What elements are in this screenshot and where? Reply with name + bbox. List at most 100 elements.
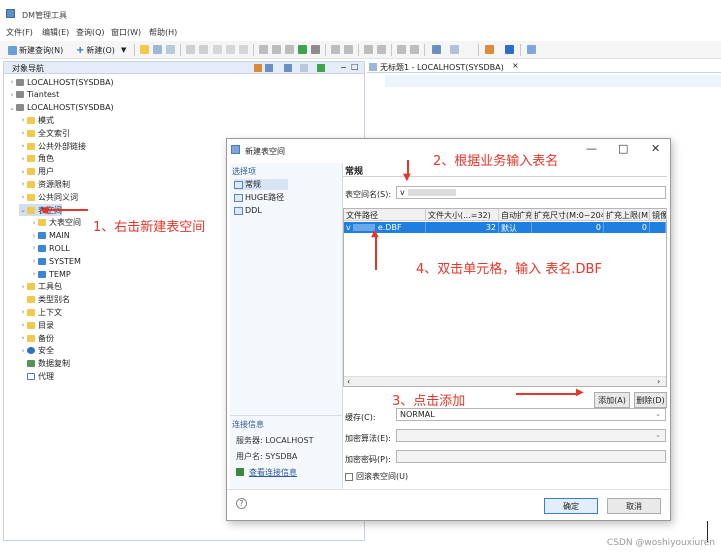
grid-cell-ext-limit[interactable]: 0	[604, 222, 650, 233]
chevron-right-icon[interactable]: ›	[19, 180, 27, 188]
tree-node[interactable]: › 上下文	[19, 306, 62, 318]
tree-node[interactable]: › Tiantest	[8, 89, 60, 101]
tree-node[interactable]: › 角色	[19, 153, 54, 165]
encrypt-algo-select[interactable]: ⌄	[396, 429, 666, 442]
chevron-down-icon[interactable]: ▼	[121, 46, 126, 54]
menu-file[interactable]: 文件(F)	[6, 27, 33, 38]
tree-node[interactable]: › 模式	[19, 114, 54, 126]
chevron-right-icon[interactable]: ›	[19, 283, 27, 291]
tree-node[interactable]: › 目录	[19, 319, 54, 331]
tree-node[interactable]: › 资源限制	[19, 178, 70, 190]
chevron-right-icon[interactable]: ›	[30, 232, 38, 240]
object-navigator-tab[interactable]: 对象导航 − □	[4, 62, 364, 74]
open-icon[interactable]	[140, 45, 149, 54]
tree-node[interactable]: › SYSTEM	[30, 255, 81, 267]
tree-node[interactable]: › 公共外部链接	[19, 140, 86, 152]
menu-query[interactable]: 查询(Q)	[76, 27, 105, 38]
chevron-down-icon[interactable]: ⌄	[19, 206, 27, 214]
chevron-right-icon[interactable]: ›	[19, 129, 27, 137]
ok-button[interactable]: 确定	[544, 498, 598, 514]
tree-node[interactable]: › 大表空间	[30, 217, 81, 229]
cut-icon[interactable]	[213, 45, 222, 54]
run-step-icon[interactable]	[272, 45, 281, 54]
tree-node[interactable]: 类型别名	[19, 294, 70, 306]
save-icon[interactable]	[153, 45, 162, 54]
format-icon[interactable]	[364, 45, 373, 54]
grid-horizontal-scrollbar[interactable]: ‹ ›	[344, 376, 666, 386]
find-icon[interactable]	[397, 45, 406, 54]
dialog-minimize-icon[interactable]: —	[586, 142, 597, 155]
comment-icon[interactable]	[377, 45, 386, 54]
chevron-right-icon[interactable]: ›	[8, 78, 16, 86]
scroll-left-icon[interactable]: ‹	[347, 377, 350, 386]
chevron-right-icon[interactable]: ›	[19, 116, 27, 124]
forward-icon[interactable]	[450, 45, 459, 54]
chevron-right-icon[interactable]: ›	[8, 91, 16, 99]
dialog-close-icon[interactable]: ✕	[651, 142, 660, 155]
encrypt-password-input[interactable]	[396, 450, 666, 463]
grid-cell-path[interactable]: v e.DBF	[344, 222, 426, 233]
tree-node[interactable]: › 备份	[19, 332, 54, 344]
chevron-right-icon[interactable]: ›	[30, 219, 38, 227]
close-tab-icon[interactable]: ×	[512, 61, 519, 70]
sidebar-item-huge-path[interactable]: HUGE路径	[234, 192, 284, 203]
editor-text-area[interactable]	[385, 75, 721, 87]
view-connection-link[interactable]: 查看连接信息	[249, 467, 297, 478]
add-button[interactable]: 添加(A)	[594, 392, 630, 408]
grid-cell-mirror[interactable]	[650, 222, 666, 233]
tree-node[interactable]: › 工具包	[19, 281, 62, 293]
new-button[interactable]: + 新建(O) ▼	[76, 44, 126, 56]
tree-node[interactable]: › 全文索引	[19, 127, 70, 139]
tree-node[interactable]: › 安全	[19, 345, 54, 357]
tablespace-name-input[interactable]: v	[396, 186, 666, 199]
paste-icon[interactable]	[239, 45, 248, 54]
tree-node[interactable]: 数据复制	[19, 358, 70, 370]
chevron-right-icon[interactable]: ›	[19, 334, 27, 342]
back-icon[interactable]	[432, 45, 441, 54]
help-icon[interactable]: ?	[236, 498, 247, 509]
grid-cell-size[interactable]: 32	[426, 222, 499, 233]
chevron-right-icon[interactable]: ›	[19, 155, 27, 163]
commit-icon[interactable]	[331, 45, 340, 54]
window-icon[interactable]	[527, 45, 536, 54]
datafile-grid[interactable]: 文件路径 文件大小(...=32) 自动扩充 扩充尺寸(M:0~2048) 扩充…	[343, 208, 667, 387]
scroll-right-icon[interactable]: ›	[657, 377, 660, 386]
chevron-right-icon[interactable]: ›	[30, 257, 38, 265]
collapse-icon[interactable]	[300, 64, 308, 72]
sidebar-item-ddl[interactable]: DDL	[234, 205, 262, 216]
filter-icon[interactable]	[254, 64, 262, 72]
menu-help[interactable]: 帮助(H)	[149, 27, 177, 38]
menu-window[interactable]: 窗口(W)	[111, 27, 141, 38]
chevron-right-icon[interactable]: ›	[19, 168, 27, 176]
cache-select[interactable]: NORMAL ⌄	[396, 408, 666, 421]
tree-node[interactable]: › TEMP	[30, 268, 71, 280]
cancel-button[interactable]: 取消	[607, 498, 661, 514]
tree-node[interactable]: ⌄ LOCALHOST(SYSDBA)	[8, 102, 114, 114]
explain-icon[interactable]	[285, 45, 294, 54]
redo-icon[interactable]	[199, 45, 208, 54]
link-icon[interactable]	[317, 64, 325, 72]
tree-node[interactable]: › LOCALHOST(SYSDBA)	[8, 76, 114, 88]
chevron-right-icon[interactable]: ›	[19, 142, 27, 150]
stop-icon[interactable]	[311, 45, 320, 54]
editor-tab[interactable]: 无标题1 - LOCALHOST(SYSDBA) ×	[367, 61, 721, 73]
grid-cell-autoextend[interactable]: 默认	[499, 222, 532, 233]
chevron-right-icon[interactable]: ›	[19, 308, 27, 316]
tree-node[interactable]: › MAIN	[30, 230, 70, 242]
dialog-maximize-icon[interactable]: □	[618, 142, 628, 155]
save-all-icon[interactable]	[166, 45, 175, 54]
rollback-tablespace-checkbox-row[interactable]: 回滚表空间(U)	[345, 471, 408, 482]
chevron-right-icon[interactable]: ›	[19, 347, 27, 355]
search-icon[interactable]	[284, 64, 292, 72]
maximize-icon[interactable]: □	[351, 62, 359, 71]
tree-node[interactable]: › 用户	[19, 166, 54, 178]
refresh-icon[interactable]	[265, 64, 273, 72]
tree-node[interactable]: 代理	[19, 370, 54, 382]
delete-button[interactable]: 删除(D)	[634, 392, 667, 408]
tree-node[interactable]: › 公共同义词	[19, 191, 78, 203]
undo-icon[interactable]	[186, 45, 195, 54]
tree-node[interactable]: › ROLL	[30, 242, 70, 254]
chevron-right-icon[interactable]: ›	[19, 321, 27, 329]
run-icon[interactable]	[259, 45, 268, 54]
execute-icon[interactable]	[298, 45, 307, 54]
